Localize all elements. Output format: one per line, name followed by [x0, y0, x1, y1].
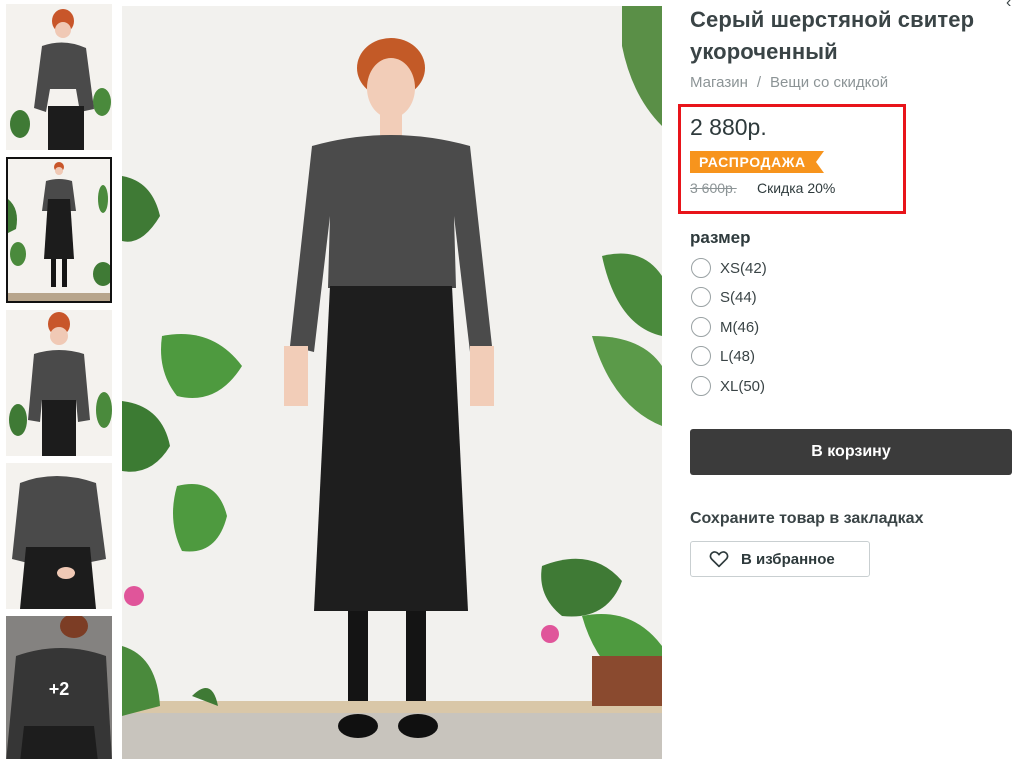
favorites-label: В избранное	[741, 550, 835, 568]
breadcrumb: Магазин / Вещи со скидкой	[690, 74, 888, 91]
breadcrumb-shop[interactable]: Магазин	[690, 74, 748, 91]
heart-outline-icon	[709, 551, 729, 568]
gallery-thumbnail-4[interactable]	[6, 463, 112, 609]
sale-badge: РАСПРОДАЖА	[690, 151, 824, 173]
size-label: размер	[690, 228, 751, 247]
radio-button[interactable]	[691, 258, 711, 278]
size-option-l[interactable]: L(48)	[691, 345, 755, 367]
discount-label: Скидка 20%	[757, 180, 836, 196]
breadcrumb-separator: /	[756, 74, 762, 91]
size-option-xs[interactable]: XS(42)	[691, 257, 767, 279]
old-price: 3 600р.	[690, 180, 737, 196]
size-option-label: XS(42)	[720, 259, 767, 277]
radio-button[interactable]	[691, 287, 711, 307]
gallery-thumbnail-5[interactable]: +2	[6, 616, 112, 759]
thumbnail-image-full-outfit	[8, 159, 110, 301]
size-option-label: M(46)	[720, 318, 760, 336]
thumbnail-image-sweater-side-view	[6, 4, 112, 150]
product-photo-model-in-gray-sweater	[122, 6, 662, 759]
size-option-label: L(48)	[720, 347, 756, 365]
radio-button[interactable]	[691, 346, 711, 366]
size-option-m[interactable]: M(46)	[691, 316, 759, 338]
add-to-cart-button[interactable]: В корзину	[690, 429, 1012, 475]
corner-glyph: ‹	[1006, 0, 1012, 11]
product-title: Серый шерстяной свитер укороченный	[690, 7, 975, 64]
thumbnail-image-detail-hands-in-pockets	[6, 463, 112, 609]
bookmark-heading: Сохраните товар в закладках	[690, 510, 924, 527]
current-price: 2 880р.	[690, 114, 767, 140]
size-option-label: S(44)	[720, 288, 757, 306]
size-option-label: XL(50)	[720, 377, 766, 395]
size-option-xl[interactable]: XL(50)	[691, 375, 765, 397]
thumbnail-image-front-view	[6, 310, 112, 456]
radio-button[interactable]	[691, 376, 711, 396]
breadcrumb-discounted-items[interactable]: Вещи со скидкой	[770, 74, 888, 91]
gallery-thumbnail-3[interactable]	[6, 310, 112, 456]
main-product-photo[interactable]	[122, 6, 662, 759]
size-option-s[interactable]: S(44)	[691, 286, 757, 308]
radio-button[interactable]	[691, 317, 711, 337]
more-images-overlay: +2	[6, 616, 112, 759]
add-to-favorites-button[interactable]: В избранное	[690, 541, 870, 577]
gallery-thumbnail-2[interactable]	[6, 157, 112, 303]
gallery-thumbnail-1[interactable]	[6, 4, 112, 150]
